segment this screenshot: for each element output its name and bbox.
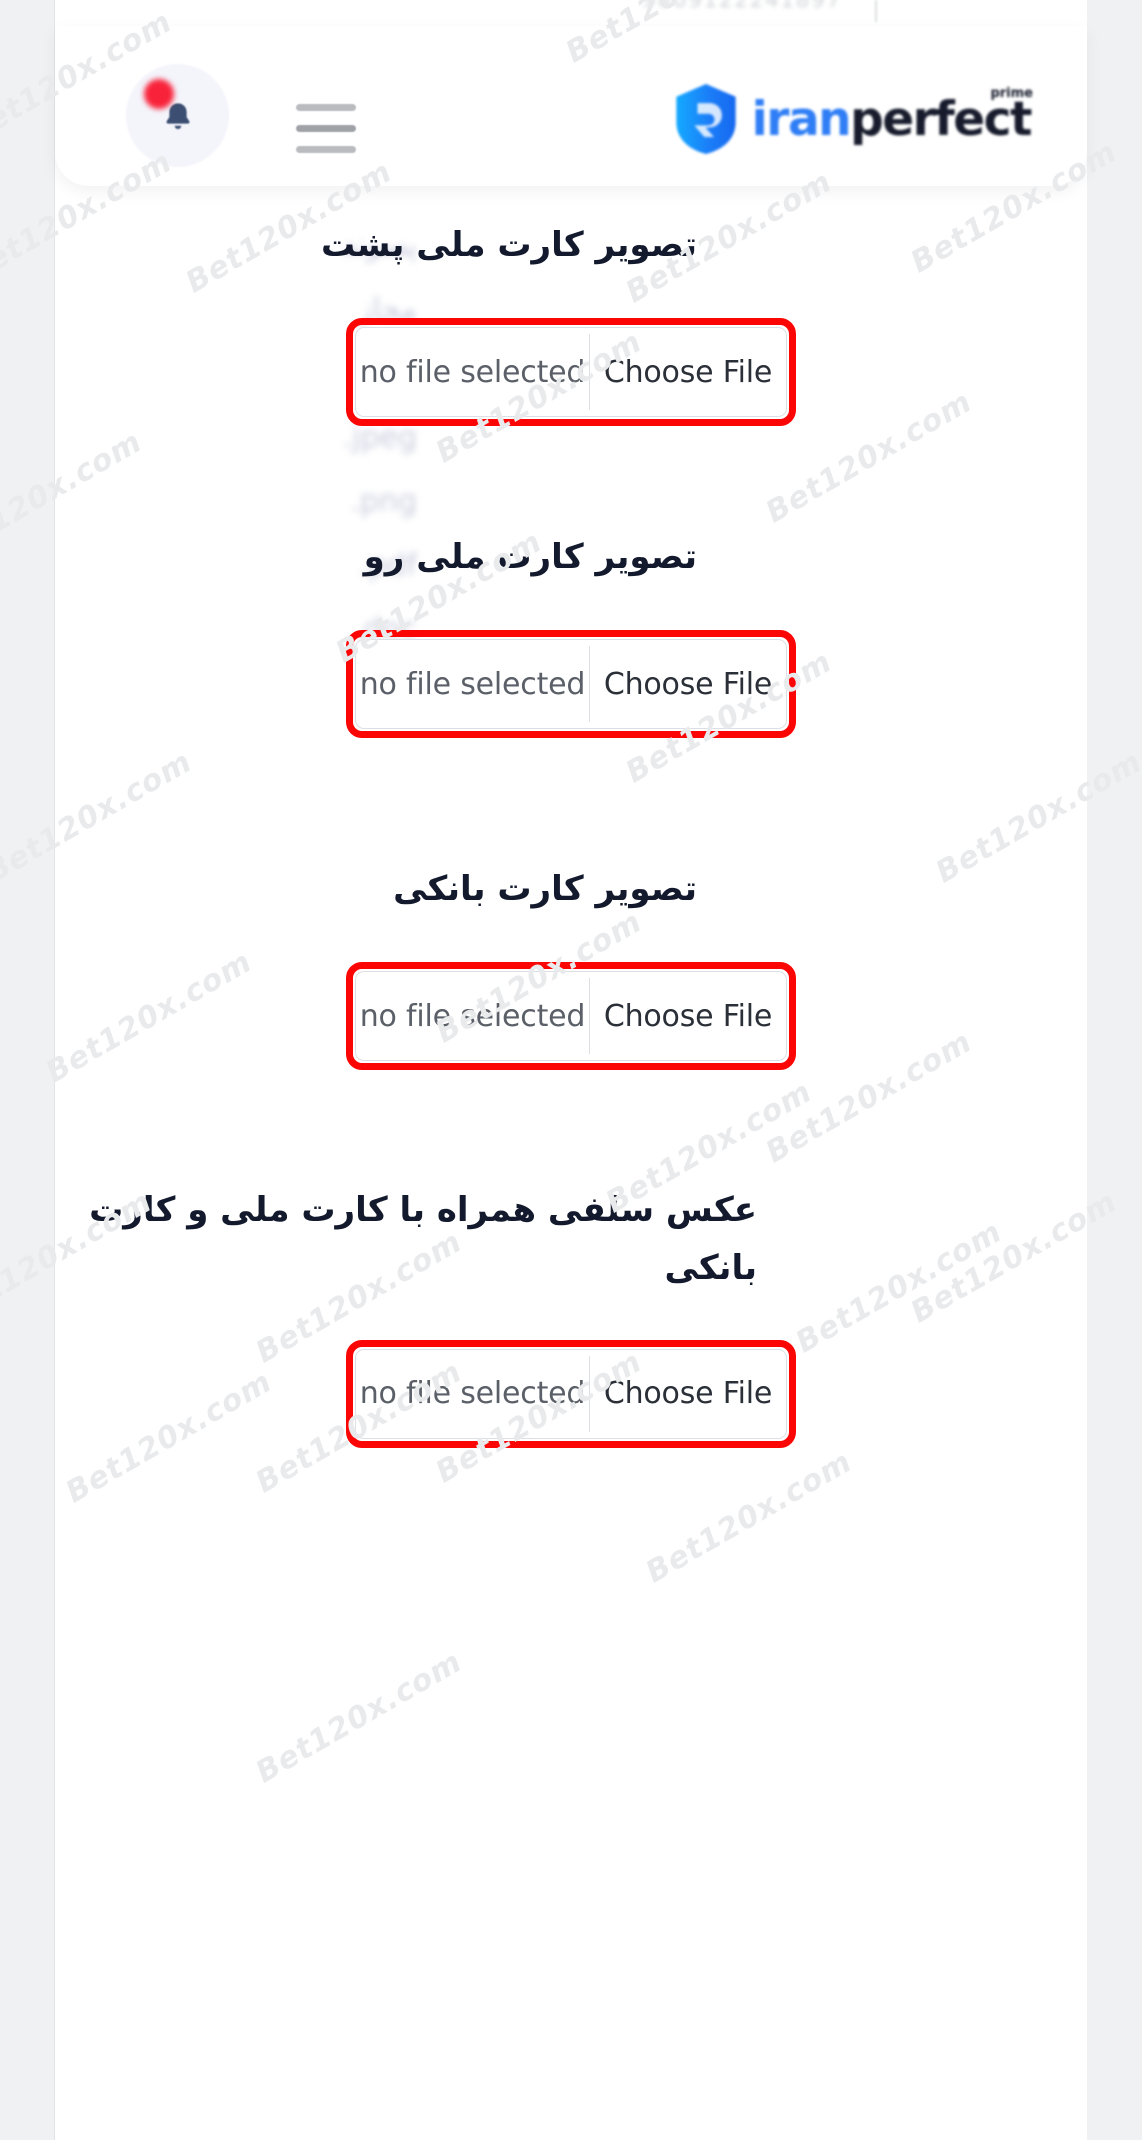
choose-file-button[interactable]: Choose File — [590, 640, 786, 729]
upload-section-label: تصویر کارت ملی پشت — [321, 225, 697, 265]
upload-section-national-card-back: تصویر کارت ملی پشت no file selected Choo… — [55, 216, 1087, 432]
shield-logo-icon — [676, 84, 736, 154]
background-hint-item: png. — [350, 484, 417, 519]
file-status-text: no file selected — [359, 354, 586, 390]
file-input-highlight-ring: no file selected Choose File — [346, 962, 796, 1076]
brand-logo[interactable]: iran perfect prime — [672, 82, 1033, 156]
file-input-highlight-ring: no file selected Choose File — [346, 630, 796, 744]
brand-logo-text: iran perfect prime — [751, 86, 1033, 147]
file-input-national-card-back[interactable]: no file selected Choose File — [355, 327, 787, 418]
choose-file-button[interactable]: Choose File — [590, 972, 786, 1061]
file-input-national-card-front[interactable]: no file selected Choose File — [355, 639, 787, 730]
file-input-bank-card[interactable]: no file selected Choose File — [355, 971, 787, 1062]
viewport-gutter-left — [0, 0, 55, 2140]
choose-file-button[interactable]: Choose File — [590, 1349, 786, 1438]
upload-section-selfie: عکس سلفی همراه با کارت ملی و کارت بانکی … — [55, 1181, 1087, 1453]
notifications-button[interactable] — [126, 64, 229, 167]
file-status-text: no file selected — [359, 666, 586, 702]
brand-logo-superscript: prime — [990, 85, 1033, 101]
file-status-text: no file selected — [359, 1376, 586, 1412]
file-input-base — [347, 1437, 795, 1453]
brand-logo-text-primary: iran — [751, 91, 852, 147]
file-input-highlight-ring: no file selected Choose File — [346, 1339, 796, 1453]
notification-badge-dot — [144, 79, 174, 109]
file-status-text: no file selected — [359, 998, 586, 1034]
upload-section-bank-card: تصویر کارت بانکی no file selected Choose… — [55, 860, 1087, 1076]
page-frame: 9809122241897 iran perfect prime پسوند م… — [0, 0, 1142, 2140]
viewport-gutter-right — [1087, 0, 1142, 2140]
upload-section-label: عکس سلفی همراه با کارت ملی و کارت بانکی — [89, 1190, 757, 1289]
upload-section-label: تصویر کارت ملی رو — [363, 537, 698, 577]
app-header: iran perfect prime — [55, 26, 1087, 186]
file-input-highlight-ring: no file selected Choose File — [346, 318, 796, 432]
upload-form-content: پسوند مجاز jpg. jpeg. png. pdf. doc. تصو… — [55, 186, 1087, 2140]
file-input-selfie[interactable]: no file selected Choose File — [355, 1348, 787, 1439]
upload-section-label: تصویر کارت بانکی — [393, 869, 697, 909]
upload-section-national-card-front: تصویر کارت ملی رو no file selected Choos… — [55, 528, 1087, 744]
file-input-base — [347, 728, 795, 744]
hamburger-menu-icon[interactable] — [296, 104, 356, 154]
file-input-base — [347, 1060, 795, 1076]
top-strip-divider — [875, 0, 877, 22]
choose-file-button[interactable]: Choose File — [590, 328, 786, 417]
top-strip-phone-text: 9809122241897 — [642, 0, 842, 12]
